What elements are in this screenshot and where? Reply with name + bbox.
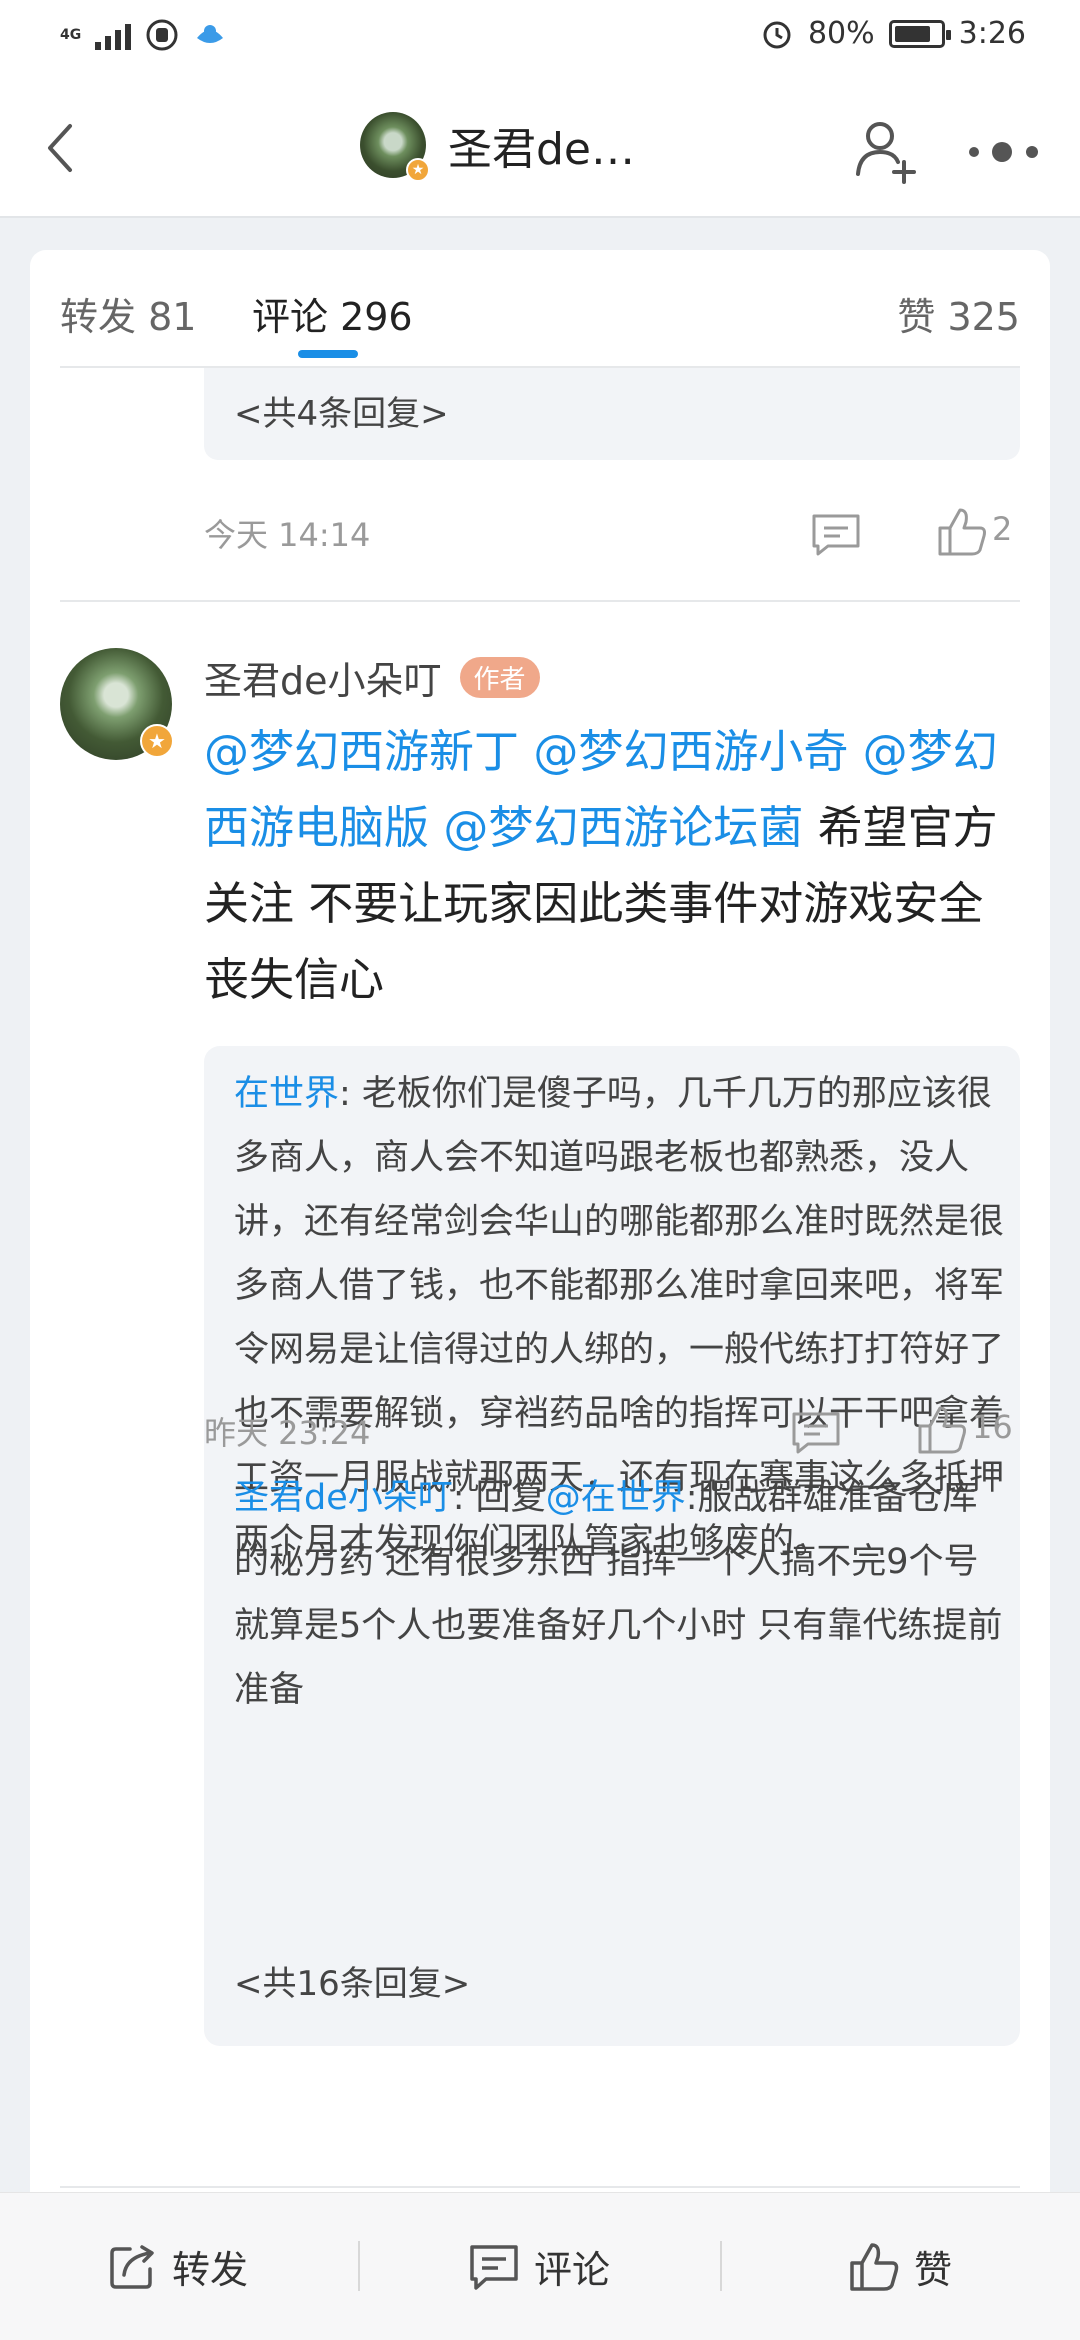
follow-icon[interactable] <box>852 116 922 186</box>
comment-icon <box>470 2244 518 2290</box>
clock: 3:26 <box>958 16 1026 51</box>
battery-icon <box>888 19 951 48</box>
like-icon[interactable] <box>916 1404 968 1456</box>
tab-likes[interactable]: 赞 325 <box>897 286 1020 341</box>
comment-divider <box>60 600 1020 602</box>
alarm-icon <box>763 21 791 48</box>
replies-box[interactable]: 在世界: 老板你们是傻子吗，几千几万的那应该很多商人，商人会不知道吗跟老板也都熟… <box>204 1046 1020 2046</box>
hand-icon <box>146 19 178 51</box>
repost-button[interactable]: 转发 <box>106 2239 248 2294</box>
like-icon <box>850 2242 899 2291</box>
author-name[interactable]: 圣君de小朵叮 <box>204 650 442 705</box>
reply-author[interactable]: 在世界 <box>234 1074 339 1114</box>
comment-icon[interactable] <box>810 512 862 558</box>
divider <box>358 2241 360 2291</box>
author-avatar[interactable]: ★ <box>60 648 174 760</box>
reply-mention[interactable]: @在世界 <box>546 1478 686 1518</box>
star-badge-icon: ★ <box>140 724 174 758</box>
comment-header: 圣君de小朵叮 作者 <box>204 650 540 705</box>
network-label: 4G <box>60 27 82 43</box>
tab-reposts[interactable]: 转发 81 <box>60 286 196 341</box>
reply-author[interactable]: 圣君de小朵叮 <box>234 1478 453 1518</box>
back-icon[interactable] <box>40 118 84 178</box>
prev-reply-count-link[interactable]: <共4条回复> <box>234 386 449 435</box>
star-badge-icon: ★ <box>406 158 430 182</box>
comment-icon[interactable] <box>790 1410 842 1456</box>
comment-button[interactable]: 评论 <box>468 2239 610 2294</box>
bottom-action-bar: 转发 评论 赞 <box>0 2192 1080 2340</box>
repost-icon <box>110 2244 154 2289</box>
status-right: 80% 3:26 <box>760 16 1026 51</box>
comment-label: 评论 <box>534 2248 611 2292</box>
app-notification-icon <box>197 25 224 43</box>
more-icon[interactable] <box>966 132 1042 172</box>
like-button[interactable]: 赞 <box>848 2239 952 2294</box>
page-title: 圣君de… <box>448 124 635 175</box>
like-count: 16 <box>972 1408 1013 1446</box>
author-tag: 作者 <box>459 657 540 698</box>
tab-indicator <box>298 350 358 358</box>
reply-count-link[interactable]: <共16条回复> <box>234 1956 470 2005</box>
like-icon[interactable] <box>936 506 988 558</box>
repost-label: 转发 <box>172 2248 249 2292</box>
comment-time: 昨天 23:24 <box>204 1414 371 1452</box>
status-bar: 4G 80% 3:26 <box>0 0 1080 76</box>
reply-prefix: : 回复 <box>452 1478 546 1518</box>
mention-link[interactable]: @梦幻西游论坛菌 <box>443 801 803 854</box>
signal-icon <box>95 20 132 50</box>
reply-item: 圣君de小朵叮: 回复@在世界:服战群雄准备仓库的秘方药 还有很多东西 指挥一个… <box>234 1466 1004 1722</box>
divider <box>720 2241 722 2291</box>
prev-comment-time: 今天 14:14 <box>204 516 371 554</box>
prev-like-count: 2 <box>992 510 1013 548</box>
header: ★ 圣君de… <box>0 76 1080 218</box>
comments-card: 转发 81 评论 296 赞 325 <共4条回复> 今天 14:14 2 ★ … <box>30 250 1050 2250</box>
tab-comments[interactable]: 评论 296 <box>252 286 413 341</box>
prev-reply-box[interactable]: <共4条回复> <box>204 368 1020 460</box>
mention-link[interactable]: @梦幻西游新丁 <box>204 725 519 778</box>
mention-link[interactable]: @梦幻西游小奇 <box>533 725 848 778</box>
like-label: 赞 <box>914 2248 953 2292</box>
avatar[interactable]: ★ <box>360 112 430 182</box>
tab-bar: 转发 81 评论 296 赞 325 <box>30 250 1050 368</box>
comment-divider <box>60 2186 1020 2188</box>
status-left: 4G <box>60 18 227 52</box>
header-profile[interactable]: ★ 圣君de… <box>360 112 635 182</box>
comment-body: @梦幻西游新丁 @梦幻西游小奇 @梦幻西游电脑版 @梦幻西游论坛菌 希望官方关注… <box>204 714 1020 1018</box>
mention-link[interactable]: @梦 <box>863 725 953 778</box>
battery-percent: 80% <box>807 16 875 51</box>
